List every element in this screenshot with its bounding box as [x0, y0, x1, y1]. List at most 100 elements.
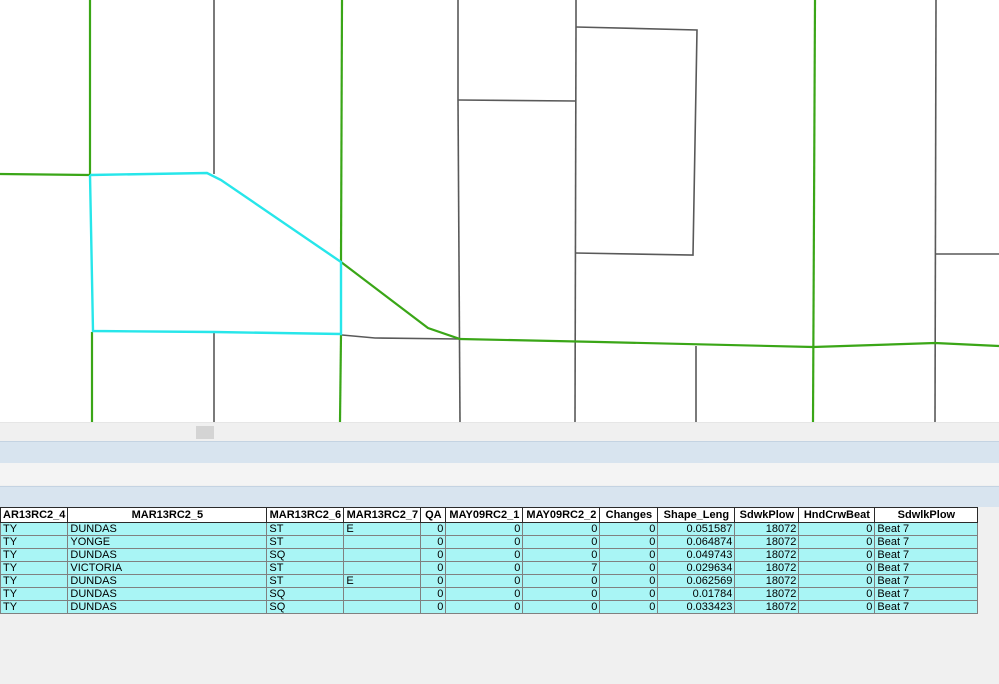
table-cell[interactable]: Beat 7: [874, 587, 979, 601]
table-cell[interactable]: Beat 7: [874, 548, 979, 562]
scrollbar-thumb[interactable]: [196, 426, 214, 439]
table-cell[interactable]: 0.01784: [657, 587, 736, 601]
map-view[interactable]: [0, 0, 999, 422]
table-cell[interactable]: 0.051587: [657, 522, 736, 536]
table-cell[interactable]: ST: [266, 561, 345, 575]
table-row[interactable]: TY DUNDAS SQ 0 0 0 0 0.049743 18072 0 Beat 7: [0, 548, 979, 562]
street-segment[interactable]: [457, 99, 576, 102]
table-cell[interactable]: [343, 587, 422, 601]
table-cell[interactable]: 0: [522, 548, 601, 562]
table-cell[interactable]: DUNDAS: [67, 522, 268, 536]
table-cell[interactable]: DUNDAS: [67, 600, 268, 614]
table-cell[interactable]: 0: [599, 522, 659, 536]
column-header[interactable]: SdwlkPlow: [874, 507, 979, 523]
table-cell[interactable]: 18072: [734, 522, 800, 536]
table-cell[interactable]: 0: [522, 600, 601, 614]
table-row[interactable]: TY DUNDAS SQ 0 0 0 0 0.033423 18072 0 Beat 7: [0, 600, 979, 614]
table-row[interactable]: TY DUNDAS ST E 0 0 0 0 0.051587 18072 0 Beat 7: [0, 522, 979, 536]
table-cell[interactable]: 0: [599, 561, 659, 575]
table-cell[interactable]: ST: [266, 535, 345, 549]
table-cell[interactable]: 0: [445, 574, 524, 588]
table-cell[interactable]: 18072: [734, 548, 800, 562]
table-cell[interactable]: 0: [599, 587, 659, 601]
table-cell[interactable]: 0: [445, 522, 524, 536]
table-cell[interactable]: 0: [798, 600, 876, 614]
street-segment[interactable]: [811, 0, 817, 422]
column-header[interactable]: Shape_Leng: [657, 507, 736, 523]
table-cell[interactable]: 0: [445, 587, 524, 601]
table-cell[interactable]: 0: [522, 522, 601, 536]
table-cell[interactable]: [343, 600, 422, 614]
table-cell[interactable]: VICTORIA: [67, 561, 268, 575]
table-cell[interactable]: TY: [0, 522, 69, 536]
street-segment[interactable]: [338, 333, 343, 422]
street-segment[interactable]: [457, 99, 461, 422]
column-header[interactable]: MAY09RC2_2: [522, 507, 601, 523]
horizontal-scrollbar[interactable]: [0, 422, 999, 441]
street-segment[interactable]: [0, 172, 91, 177]
table-cell[interactable]: SQ: [266, 548, 345, 562]
table-cell[interactable]: 7: [522, 561, 601, 575]
column-header[interactable]: QA: [420, 507, 447, 523]
table-cell[interactable]: SQ: [266, 600, 345, 614]
table-cell[interactable]: [343, 535, 422, 549]
table-cell[interactable]: DUNDAS: [67, 548, 268, 562]
table-cell[interactable]: 0: [445, 535, 524, 549]
attribute-table[interactable]: AR13RC2_4 MAR13RC2_5 MAR13RC2_6 MAR13RC2_7 Q…: [0, 507, 999, 684]
table-row[interactable]: TY DUNDAS SQ 0 0 0 0 0.01784 18072 0 Beat 7: [0, 587, 979, 601]
table-cell[interactable]: 0: [420, 535, 447, 549]
table-cell[interactable]: Beat 7: [874, 561, 979, 575]
table-cell[interactable]: 0: [798, 548, 876, 562]
table-row[interactable]: TY DUNDAS ST E 0 0 0 0 0.062569 18072 0 Beat 7: [0, 574, 979, 588]
street-map-canvas[interactable]: [0, 0, 999, 422]
table-cell[interactable]: TY: [0, 561, 69, 575]
street-segment[interactable]: [574, 26, 577, 422]
table-cell[interactable]: 18072: [734, 600, 800, 614]
column-header[interactable]: MAR13RC2_5: [67, 507, 268, 523]
table-cell[interactable]: 18072: [734, 561, 800, 575]
table-cell[interactable]: 0.049743: [657, 548, 736, 562]
table-cell[interactable]: 0: [420, 574, 447, 588]
table-cell[interactable]: ST: [266, 522, 345, 536]
table-cell[interactable]: 0: [798, 522, 876, 536]
table-cell[interactable]: 0: [599, 600, 659, 614]
street-segment[interactable]: [340, 261, 999, 349]
table-cell[interactable]: TY: [0, 574, 69, 588]
column-header[interactable]: SdwkPlow: [734, 507, 800, 523]
table-cell[interactable]: 0: [522, 535, 601, 549]
column-header[interactable]: HndCrwBeat: [798, 507, 876, 523]
table-cell[interactable]: E: [343, 522, 422, 536]
table-cell[interactable]: 0: [599, 535, 659, 549]
table-cell[interactable]: 0.029634: [657, 561, 736, 575]
table-cell[interactable]: 18072: [734, 587, 800, 601]
table-cell[interactable]: 0: [420, 522, 447, 536]
column-header[interactable]: MAR13RC2_7: [343, 507, 422, 523]
table-row[interactable]: TY VICTORIA ST 0 0 7 0 0.029634 18072 0 Beat 7: [0, 561, 979, 575]
table-cell[interactable]: 0.033423: [657, 600, 736, 614]
table-cell[interactable]: 0: [445, 548, 524, 562]
table-row[interactable]: TY YONGE ST 0 0 0 0 0.064874 18072 0 Beat 7: [0, 535, 979, 549]
table-cell[interactable]: 0: [798, 574, 876, 588]
table-cell[interactable]: 0: [420, 548, 447, 562]
table-cell[interactable]: Beat 7: [874, 600, 979, 614]
table-cell[interactable]: 0: [420, 561, 447, 575]
table-cell[interactable]: [343, 548, 422, 562]
table-cell[interactable]: ST: [266, 574, 345, 588]
table-cell[interactable]: 18072: [734, 574, 800, 588]
street-segment[interactable]: [574, 26, 698, 256]
table-cell[interactable]: Beat 7: [874, 574, 979, 588]
column-header[interactable]: MAR13RC2_6: [266, 507, 345, 523]
street-segment[interactable]: [341, 334, 461, 340]
table-cell[interactable]: 0.062569: [657, 574, 736, 588]
table-cell[interactable]: SQ: [266, 587, 345, 601]
table-cell[interactable]: 0: [420, 587, 447, 601]
table-cell[interactable]: [343, 561, 422, 575]
table-cell[interactable]: TY: [0, 535, 69, 549]
table-cell[interactable]: 0.064874: [657, 535, 736, 549]
table-cell[interactable]: DUNDAS: [67, 587, 268, 601]
table-cell[interactable]: 0: [599, 548, 659, 562]
table-cell[interactable]: 0: [599, 574, 659, 588]
table-cell[interactable]: Beat 7: [874, 522, 979, 536]
table-cell[interactable]: 0: [445, 600, 524, 614]
table-cell[interactable]: 18072: [734, 535, 800, 549]
